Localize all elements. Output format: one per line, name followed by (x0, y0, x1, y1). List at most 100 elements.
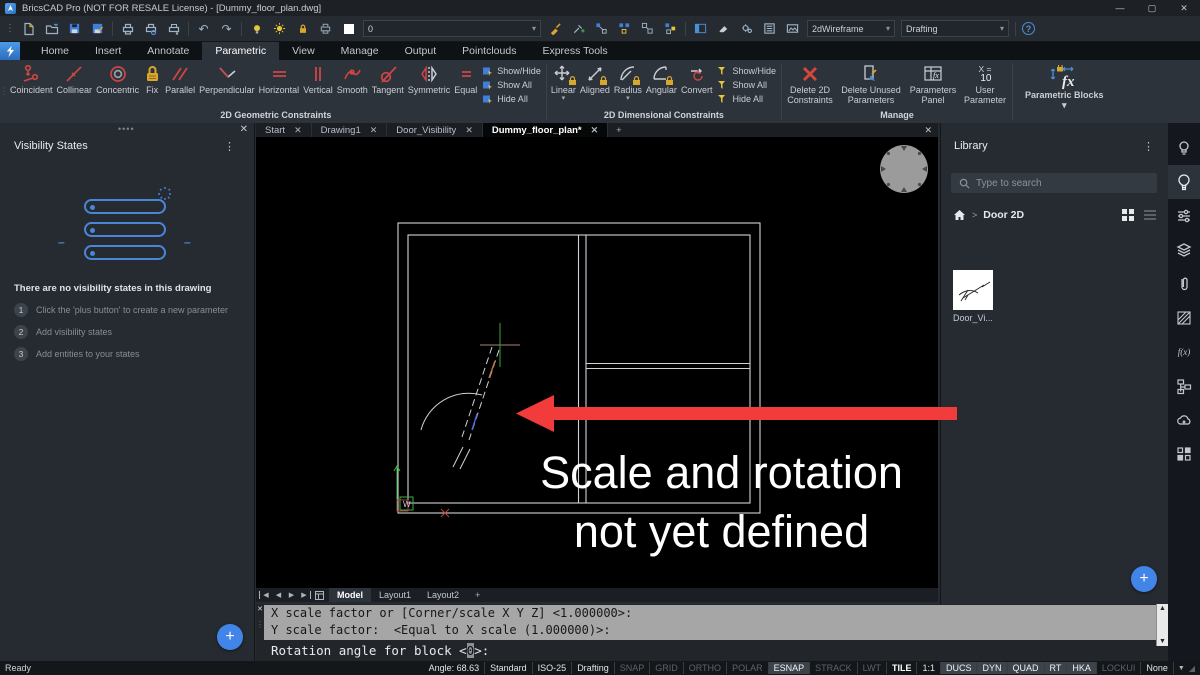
new-file-button[interactable] (20, 20, 37, 37)
smooth-button[interactable]: Smooth (335, 60, 370, 96)
minimize-icon[interactable]: — (1104, 0, 1136, 16)
ribbon-tab[interactable]: Output (392, 42, 450, 60)
tangent-button[interactable]: Tangent (370, 60, 406, 96)
workspace-dropdown[interactable]: Drafting ▾ (901, 20, 1009, 37)
rail-item-hatch[interactable] (1168, 301, 1200, 335)
prev-layout-icon[interactable]: ◀ (272, 591, 285, 599)
status-field[interactable]: POLAR (727, 662, 769, 674)
drawing-explorer-button[interactable] (761, 20, 778, 37)
status-field[interactable]: Standard (485, 662, 533, 674)
library-item-thumbnail[interactable] (953, 270, 993, 310)
status-field[interactable]: LOCKUI (1097, 662, 1142, 674)
dim-hide-all-button[interactable]: Hide All (717, 93, 776, 105)
layout-tab[interactable]: Model (329, 588, 371, 602)
add-visibility-parameter-button[interactable]: + (217, 624, 243, 650)
status-field[interactable]: LWT (858, 662, 887, 674)
first-layout-icon[interactable]: ◀ (259, 591, 272, 599)
linear-button[interactable]: Linear ▾ (549, 60, 578, 102)
convert-button[interactable]: Convert (679, 60, 715, 96)
application-button[interactable] (0, 42, 20, 60)
open-file-button[interactable] (43, 20, 60, 37)
plot-button[interactable] (119, 20, 136, 37)
maximize-icon[interactable]: ▢ (1136, 0, 1168, 16)
redo-button[interactable]: ↷ (218, 20, 235, 37)
command-history[interactable]: X scale factor or [Corner/scale X Y Z] <… (264, 605, 1156, 640)
status-field[interactable]: Drafting (572, 662, 615, 674)
eraser-button[interactable] (715, 20, 732, 37)
kebab-menu-icon[interactable]: ⋮ (224, 140, 235, 153)
rail-item-cloud[interactable] (1168, 403, 1200, 437)
command-scrollbar[interactable]: ▲ ▼ (1156, 604, 1168, 646)
visual-style-dropdown[interactable]: 2dWireframe ▾ (807, 20, 895, 37)
tab-close-icon[interactable]: ✕ (591, 125, 599, 136)
new-layout-button[interactable]: + (467, 590, 488, 600)
status-field[interactable]: ISO-25 (533, 662, 573, 674)
fix-button[interactable]: Fix (141, 60, 163, 96)
home-icon[interactable] (953, 209, 966, 221)
toolbar-drag-handle[interactable]: ⋮ (5, 23, 14, 34)
geo-hide-all-button[interactable]: Hide All (482, 93, 541, 105)
rail-item-parameters[interactable]: f(x) (1168, 335, 1200, 369)
rail-item-layers[interactable] (1168, 233, 1200, 267)
save-as-button[interactable] (89, 20, 106, 37)
status-field[interactable]: ORTHO (684, 662, 727, 674)
close-view-icon[interactable]: ✕ (918, 123, 938, 137)
panel-drag-handle[interactable]: •••• (118, 124, 135, 134)
angular-button[interactable]: Angular (644, 60, 679, 96)
list-view-icon[interactable] (1143, 209, 1157, 221)
ribbon-tab[interactable]: View (279, 42, 328, 60)
settings-button[interactable] (738, 20, 755, 37)
ribbon-tab[interactable]: Parametric (202, 42, 279, 60)
coincident-button[interactable]: Coincident (8, 60, 55, 96)
collinear-button[interactable]: Collinear (55, 60, 95, 96)
tab-close-icon[interactable]: ✕ (370, 125, 378, 136)
save-button[interactable] (66, 20, 83, 37)
status-field[interactable]: RT (1045, 662, 1068, 674)
parametric-blocks-button[interactable]: fx Parametric Blocks ▾ (1015, 60, 1114, 111)
navigation-compass-widget[interactable] (880, 145, 928, 193)
select-similar-button[interactable] (616, 20, 633, 37)
ribbon-drag-handle[interactable]: ⋮ (0, 60, 8, 123)
print-preview-button[interactable] (142, 20, 159, 37)
structure-select-button[interactable] (662, 20, 679, 37)
horizontal-button[interactable]: Horizontal (257, 60, 302, 96)
grid-view-icon[interactable] (1121, 208, 1135, 222)
document-tab[interactable]: Door_Visibility ✕ (387, 123, 483, 137)
ribbon-tab[interactable]: Annotate (134, 42, 202, 60)
radius-button[interactable]: Radius ▾ (612, 60, 644, 102)
panel-close-icon[interactable]: ✕ (240, 124, 248, 135)
command-line-panel[interactable]: ✕ ⋮ X scale factor or [Corner/scale X Y … (256, 604, 1168, 661)
delete-unused-parameters-button[interactable]: Delete Unused Parameters (836, 60, 906, 105)
tab-close-icon[interactable]: ✕ (465, 125, 473, 136)
new-document-tab-button[interactable]: + (608, 123, 630, 137)
dim-show-hide-button[interactable]: Show/Hide (717, 65, 776, 77)
library-search-input[interactable]: Type to search (951, 173, 1157, 193)
user-parameter-button[interactable]: X =10 User Parameter (960, 60, 1010, 105)
layer-freeze-button[interactable] (271, 20, 288, 37)
parallel-button[interactable]: Parallel (163, 60, 197, 96)
panels-button[interactable] (692, 20, 709, 37)
concentric-button[interactable]: Concentric (94, 60, 141, 96)
layout-tab[interactable]: Layout2 (419, 588, 467, 602)
scroll-up-icon[interactable]: ▲ (1159, 605, 1166, 612)
library-item-label[interactable]: Door_Vi... (953, 313, 993, 323)
command-prompt[interactable]: Rotation angle for block <0>: (264, 643, 489, 658)
status-field[interactable]: TILE (887, 662, 918, 674)
status-field[interactable]: GRID (650, 662, 684, 674)
status-field[interactable]: DYN (977, 662, 1007, 674)
geo-show-all-button[interactable]: Show All (482, 79, 541, 91)
rail-item-tips[interactable] (1168, 131, 1200, 165)
scroll-down-icon[interactable]: ▼ (1159, 638, 1166, 645)
document-tab[interactable]: Drawing1 ✕ (312, 123, 388, 137)
rail-item-attachments[interactable] (1168, 267, 1200, 301)
quick-select-button[interactable] (639, 20, 656, 37)
document-tab[interactable]: Start ✕ (256, 123, 312, 137)
ribbon-tab[interactable]: Insert (82, 42, 134, 60)
resize-grip[interactable]: ◢ (1189, 664, 1195, 673)
drawing-canvas[interactable]: W Scale and rotation not yet defined (256, 137, 938, 588)
rail-item-library[interactable] (1168, 165, 1200, 199)
add-library-item-button[interactable]: + (1131, 566, 1157, 592)
ribbon-tab[interactable]: Express Tools (529, 42, 620, 60)
layer-lock-button[interactable] (294, 20, 311, 37)
command-close-icon[interactable]: ✕ (257, 606, 263, 613)
